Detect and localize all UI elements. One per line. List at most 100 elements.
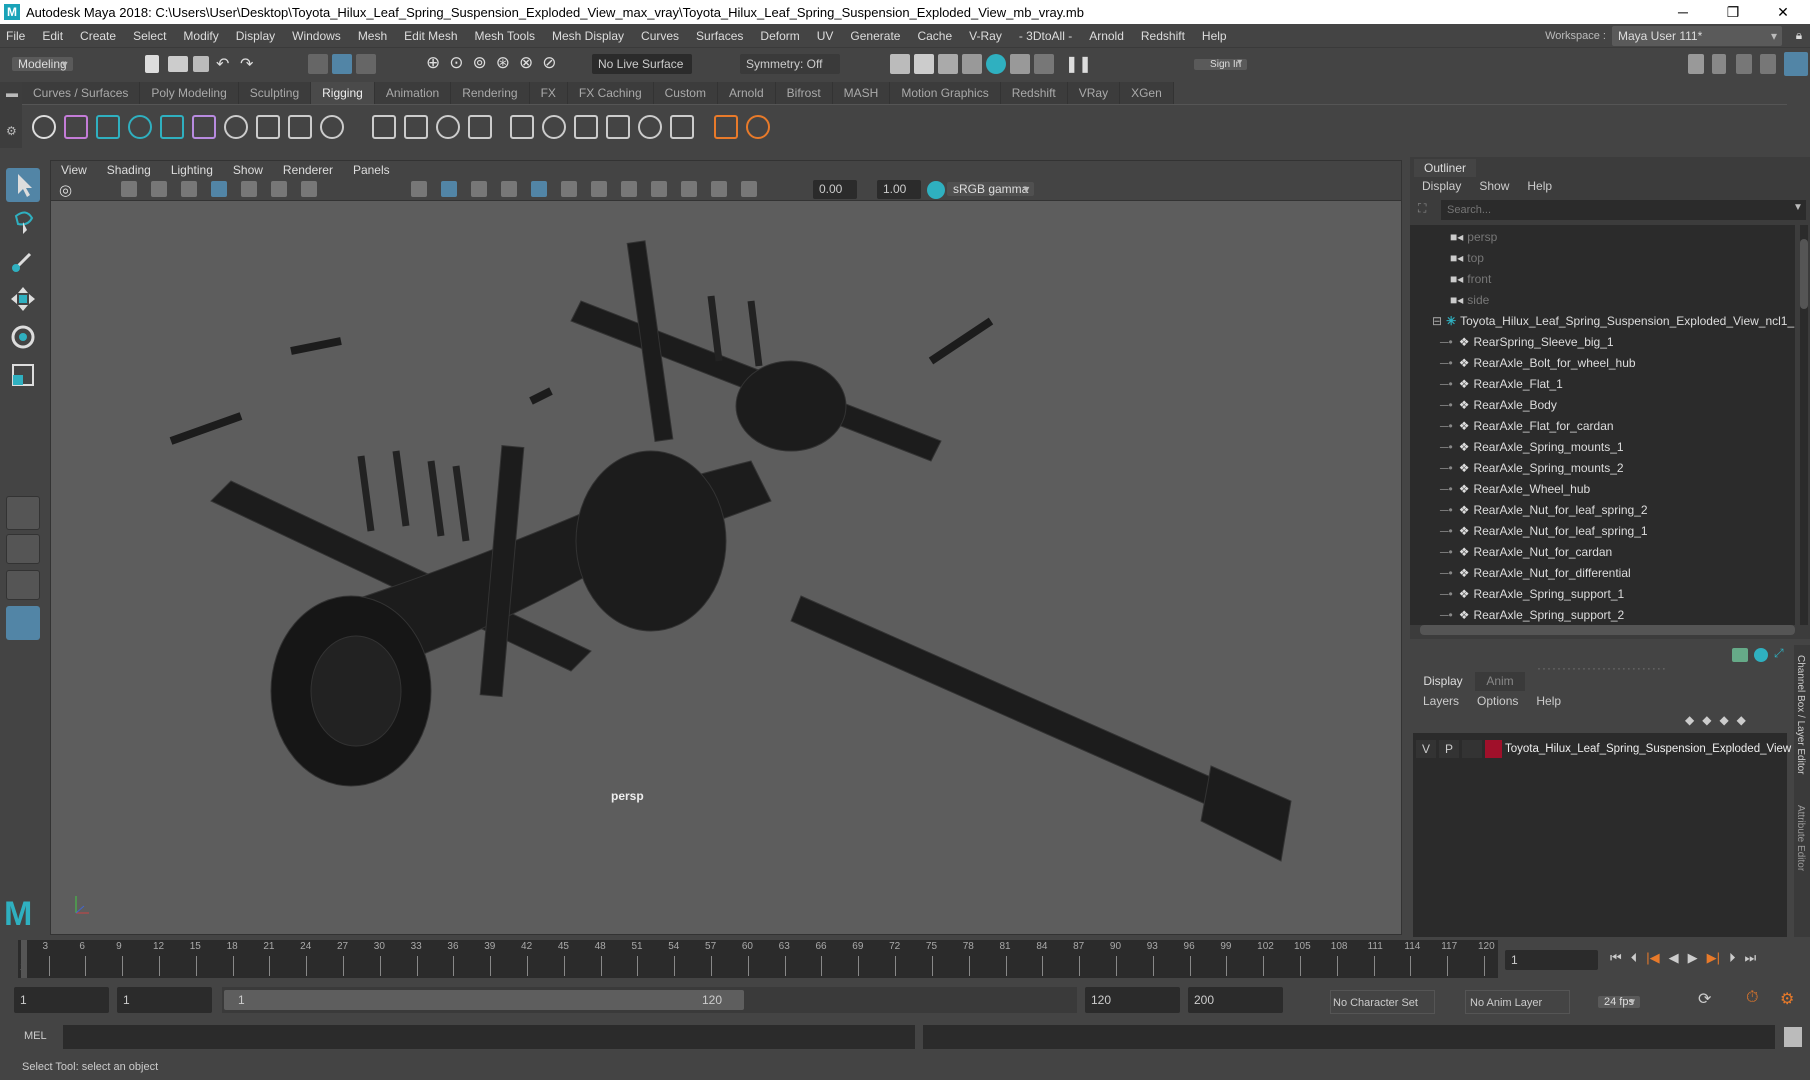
save-scene-icon[interactable]	[193, 56, 209, 72]
outliner-horizontal-scrollbar[interactable]	[1420, 625, 1795, 635]
menu-generate[interactable]: Generate	[850, 29, 900, 43]
time-slider[interactable]: 1369121518212427303336394245485154576063…	[0, 940, 1810, 980]
viewport-menu-show[interactable]: Show	[233, 163, 263, 177]
shelf-menu-icon[interactable]: ▬	[6, 86, 18, 100]
scale-tool-icon[interactable]	[6, 358, 40, 392]
render-frame-icon[interactable]	[890, 54, 910, 74]
menu-mesh-tools[interactable]: Mesh Tools	[475, 29, 535, 43]
move-tool-icon[interactable]	[6, 282, 40, 316]
film-gate-icon[interactable]	[241, 181, 257, 197]
shelf-tab-animation[interactable]: Animation	[374, 82, 452, 104]
shelf-tab-curves-surfaces[interactable]: Curves / Surfaces	[22, 82, 141, 104]
outliner-item[interactable]: ─• ❖ RearAxle_Wheel_hub	[1440, 479, 1590, 500]
select-component-icon[interactable]	[356, 54, 376, 74]
outliner-item[interactable]: ─• ❖ RearAxle_Nut_for_leaf_spring_1	[1440, 521, 1648, 542]
menu-select[interactable]: Select	[133, 29, 166, 43]
outliner-group[interactable]: ⊟ ✳ Toyota_Hilux_Leaf_Spring_Suspension_Ex…	[1432, 311, 1795, 332]
shelf-tab-sculpting[interactable]: Sculpting	[238, 82, 312, 104]
display-type-toggle[interactable]	[1462, 740, 1482, 758]
shadows-icon[interactable]	[561, 181, 577, 197]
paint-select-tool-icon[interactable]	[6, 244, 40, 278]
menu-v-ray[interactable]: V-Ray	[969, 29, 1002, 43]
color-space-dropdown[interactable]: sRGB gamma	[947, 182, 1035, 196]
xray-icon[interactable]	[651, 181, 667, 197]
viewport-menu-renderer[interactable]: Renderer	[283, 163, 333, 177]
mirror-joint-icon[interactable]	[224, 115, 248, 139]
filter-icon[interactable]: ⛶	[1418, 201, 1426, 216]
step-forward-frame-icon[interactable]: ▶|	[1707, 950, 1720, 966]
animation-preferences-icon[interactable]: ⚙︎	[1780, 989, 1794, 1009]
outliner-vertical-scrollbar[interactable]	[1800, 225, 1808, 625]
attribute-editor-icon[interactable]	[1736, 54, 1752, 74]
mel-command-input[interactable]	[63, 1025, 915, 1049]
exposure-field[interactable]: 0.00	[813, 180, 857, 199]
gamma-icon[interactable]	[741, 181, 757, 197]
tab-display[interactable]: Display	[1413, 672, 1473, 691]
menu-uv[interactable]: UV	[817, 29, 834, 43]
go-to-start-icon[interactable]: ⏮	[1610, 950, 1622, 966]
menu-surfaces[interactable]: Surfaces	[696, 29, 743, 43]
outliner-item[interactable]: ─• ❖ RearAxle_Flat_for_cardan	[1440, 416, 1614, 437]
tool-settings-icon[interactable]	[1760, 54, 1776, 74]
outliner-item[interactable]: ─• ❖ RearAxle_Spring_mounts_1	[1440, 437, 1624, 458]
outliner-item[interactable]: ─• ❖ RearAxle_Nut_for_differential	[1440, 563, 1631, 584]
safe-action-icon[interactable]	[301, 181, 317, 197]
search-options-icon[interactable]: ▼	[1793, 202, 1803, 213]
outliner-item[interactable]: ─• ❖ RearAxle_Flat_1	[1440, 374, 1563, 395]
range-slider-track[interactable]: 1 120	[222, 987, 1077, 1013]
shelf-tab-custom[interactable]: Custom	[653, 82, 718, 104]
workspace-dropdown[interactable]: Maya User 111*	[1612, 25, 1782, 46]
select-object-icon[interactable]	[332, 54, 352, 74]
shelf-tab-arnold[interactable]: Arnold	[717, 82, 776, 104]
render-settings-icon[interactable]	[962, 54, 982, 74]
outliner-item[interactable]: ─• ❖ RearAxle_Nut_for_cardan	[1440, 542, 1612, 563]
play-backwards-icon[interactable]: ◀	[1669, 950, 1679, 966]
menu-help[interactable]: Help	[1202, 29, 1227, 43]
viewport-menu-shading[interactable]: Shading	[107, 163, 151, 177]
pole-vector-icon[interactable]	[670, 115, 694, 139]
outliner-item[interactable]: ─• ❖ RearAxle_Bolt_for_wheel_hub	[1440, 353, 1636, 374]
step-forward-key-icon[interactable]: ⏵	[1729, 950, 1736, 966]
lattice-icon[interactable]	[372, 115, 396, 139]
render-view-icon[interactable]	[1010, 54, 1030, 74]
grid-icon[interactable]	[211, 181, 227, 197]
outliner-item[interactable]: ─• ❖ RearAxle_Spring_support_1	[1440, 584, 1624, 605]
rotate-tool-icon[interactable]	[6, 320, 40, 354]
lights-icon[interactable]	[531, 181, 547, 197]
loop-icon[interactable]: ⟳	[1698, 989, 1711, 1009]
smooth-shade-icon[interactable]	[441, 181, 457, 197]
menu-3dtoall[interactable]: - 3DtoAll -	[1019, 29, 1072, 43]
character-controls-icon[interactable]	[1712, 54, 1726, 74]
menu-edit-mesh[interactable]: Edit Mesh	[404, 29, 457, 43]
xray-joints-icon[interactable]	[681, 181, 697, 197]
mel-label[interactable]: MEL	[24, 1030, 47, 1042]
range-slider-handle[interactable]: 1 120	[224, 990, 744, 1010]
outliner-menu-display[interactable]: Display	[1422, 179, 1461, 193]
orient-joint-icon[interactable]	[256, 115, 280, 139]
shelf-tab-bifrost[interactable]: Bifrost	[775, 82, 833, 104]
shelf-tab-poly-modeling[interactable]: Poly Modeling	[140, 82, 239, 104]
quick-rig-icon[interactable]	[320, 115, 344, 139]
menu-mesh[interactable]: Mesh	[358, 29, 387, 43]
locator-plus-icon[interactable]	[746, 115, 770, 139]
color-management-toggle-icon[interactable]	[927, 181, 945, 199]
layer-menu-help[interactable]: Help	[1536, 694, 1561, 708]
ambient-occlusion-icon[interactable]	[591, 181, 607, 197]
camera-attributes-icon[interactable]	[121, 181, 137, 197]
symmetry-field[interactable]: Symmetry: Off	[740, 54, 840, 74]
menu-set-dropdown[interactable]: Modeling	[12, 57, 73, 71]
current-time-marker[interactable]	[21, 940, 27, 978]
redo-icon[interactable]: ↷	[240, 54, 253, 74]
menu-create[interactable]: Create	[80, 29, 116, 43]
outliner-item[interactable]: ─• ❖ RearSpring_Sleeve_big_1	[1440, 332, 1614, 353]
outliner-item[interactable]: ─• ❖ RearAxle_Spring_mounts_2	[1440, 458, 1624, 479]
bookmark-icon[interactable]	[151, 181, 167, 197]
undo-icon[interactable]: ↶	[216, 54, 229, 74]
shelf-tab-fx-caching[interactable]: FX Caching	[567, 82, 654, 104]
locator-icon[interactable]	[714, 115, 738, 139]
isolate-select-icon[interactable]	[621, 181, 637, 197]
cluster-icon[interactable]	[404, 115, 428, 139]
ik-spline-icon[interactable]	[192, 115, 216, 139]
open-scene-icon[interactable]	[168, 56, 188, 72]
script-editor-icon[interactable]	[1784, 1027, 1802, 1047]
